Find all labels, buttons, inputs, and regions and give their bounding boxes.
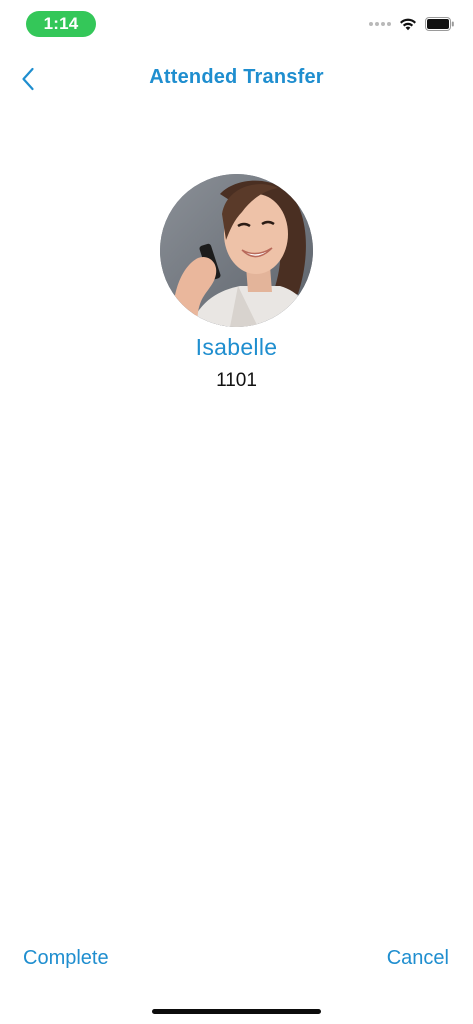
cancel-button[interactable]: Cancel [387, 947, 449, 970]
contact-name: Isabelle [195, 334, 278, 360]
attended-transfer-screen: 1:14 Attended Transfer Isabelle 1101 Com… [0, 0, 473, 1024]
home-indicator[interactable] [152, 1009, 321, 1014]
wifi-icon [400, 18, 416, 31]
battery-icon [425, 17, 454, 31]
complete-button[interactable]: Complete [23, 947, 109, 970]
contact-extension: 1101 [216, 370, 257, 391]
page-title: Attended Transfer [149, 66, 324, 88]
status-time: 1:14 [26, 11, 96, 37]
signal-dots-icon [369, 22, 391, 26]
status-icons [369, 14, 455, 34]
contact-avatar [160, 174, 313, 327]
